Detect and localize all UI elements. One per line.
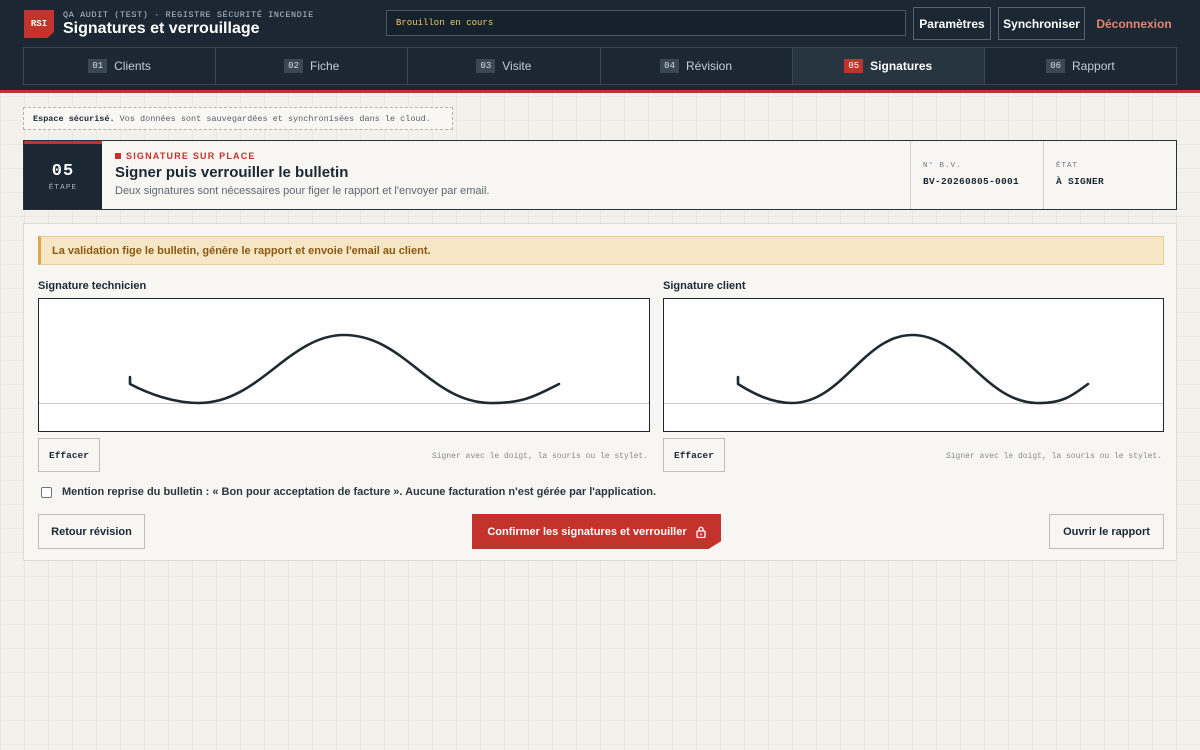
tab-label: Signatures — [870, 59, 933, 73]
back-to-revision-button[interactable]: Retour révision — [38, 514, 145, 549]
step-kicker-text: SIGNATURE SUR PLACE — [126, 151, 256, 161]
tab-number: 05 — [844, 59, 864, 73]
app-logo: RSI — [24, 10, 54, 38]
step-title: Signer puis verrouiller le bulletin — [115, 164, 349, 181]
step-tabs: 01 Clients 02 Fiche 03 Visite 04 Révisio… — [23, 47, 1177, 85]
tab-number: 06 — [1046, 59, 1065, 73]
tab-visite[interactable]: 03 Visite — [408, 48, 601, 84]
tab-label: Clients — [114, 59, 151, 73]
validation-warning: La validation fige le bulletin, génère l… — [38, 236, 1164, 265]
technician-signature-hint: Signer avec le doigt, la souris ou le st… — [431, 452, 648, 461]
secure-note-strong: Espace sécurisé. — [33, 113, 115, 124]
bv-label: N° B.V. — [923, 162, 962, 170]
tab-fiche[interactable]: 02 Fiche — [216, 48, 409, 84]
mention-text: Mention reprise du bulletin : « Bon pour… — [62, 486, 657, 498]
confirm-button-label: Confirmer les signatures et verrouiller — [487, 525, 687, 538]
technician-signature-label: Signature technicien — [38, 280, 147, 292]
tab-revision[interactable]: 04 Révision — [601, 48, 793, 84]
logout-link[interactable]: Déconnexion — [1094, 7, 1174, 40]
bv-value: BV-20260805-0001 — [923, 176, 1020, 187]
mention-checkbox[interactable] — [41, 486, 52, 498]
signature-panel: La validation fige le bulletin, génère l… — [23, 223, 1177, 561]
state-block: ÉTAT À SIGNER — [1043, 141, 1176, 209]
step-kicker: SIGNATURE SUR PLACE — [115, 151, 256, 161]
secure-note-text: Vos données sont sauvegardées et synchro… — [119, 113, 431, 124]
tab-number: 02 — [284, 59, 303, 73]
state-label: ÉTAT — [1056, 162, 1079, 170]
client-signature-pad[interactable] — [663, 298, 1164, 432]
tab-number: 01 — [88, 59, 108, 73]
client-signature-stroke — [736, 333, 1090, 405]
sync-button[interactable]: Synchroniser — [998, 7, 1085, 40]
lock-icon — [695, 526, 706, 538]
tab-clients[interactable]: 01 Clients — [24, 48, 217, 84]
bv-number-block: N° B.V. BV-20260805-0001 — [910, 141, 1043, 209]
settings-button[interactable]: Paramètres — [913, 7, 991, 40]
client-clear-button[interactable]: Effacer — [663, 438, 725, 472]
state-value: À SIGNER — [1056, 176, 1105, 187]
page-title: Signatures et verrouillage — [63, 20, 260, 37]
step-number-label: ÉTAPE — [48, 183, 78, 192]
step-number-block: 05 ÉTAPE — [24, 141, 102, 209]
technician-signature-stroke — [128, 333, 561, 405]
step-card: 05 ÉTAPE SIGNATURE SUR PLACE Signer puis… — [23, 140, 1177, 210]
tab-label: Rapport — [1072, 59, 1115, 73]
client-signature-label: Signature client — [663, 280, 746, 292]
mention-row: Mention reprise du bulletin : « Bon pour… — [41, 486, 656, 498]
app-subtitle: QA AUDIT (TEST) · REGISTRE SÉCURITÉ INCE… — [63, 10, 314, 20]
secure-space-note: Espace sécurisé. Vos données sont sauveg… — [23, 107, 453, 130]
tab-label: Fiche — [309, 59, 340, 73]
draft-status: Brouillon en cours — [386, 10, 906, 36]
tab-label: Visite — [502, 59, 532, 73]
app-header: RSI QA AUDIT (TEST) · REGISTRE SÉCURITÉ … — [0, 0, 1200, 93]
client-signature-hint: Signer avec le doigt, la souris ou le st… — [945, 452, 1162, 461]
tab-number: 04 — [660, 59, 679, 73]
tab-rapport[interactable]: 06 Rapport — [985, 48, 1176, 84]
kicker-square-icon — [115, 153, 121, 159]
confirm-and-lock-button[interactable]: Confirmer les signatures et verrouiller — [472, 514, 721, 549]
tab-number: 03 — [476, 59, 496, 73]
tab-label: Révision — [685, 59, 733, 73]
step-number: 05 — [51, 161, 75, 181]
step-description: Deux signatures sont nécessaires pour fi… — [115, 185, 490, 197]
open-report-button[interactable]: Ouvrir le rapport — [1049, 514, 1164, 549]
technician-clear-button[interactable]: Effacer — [38, 438, 100, 472]
technician-signature-pad[interactable] — [38, 298, 650, 432]
tab-signatures[interactable]: 05 Signatures — [792, 48, 985, 84]
